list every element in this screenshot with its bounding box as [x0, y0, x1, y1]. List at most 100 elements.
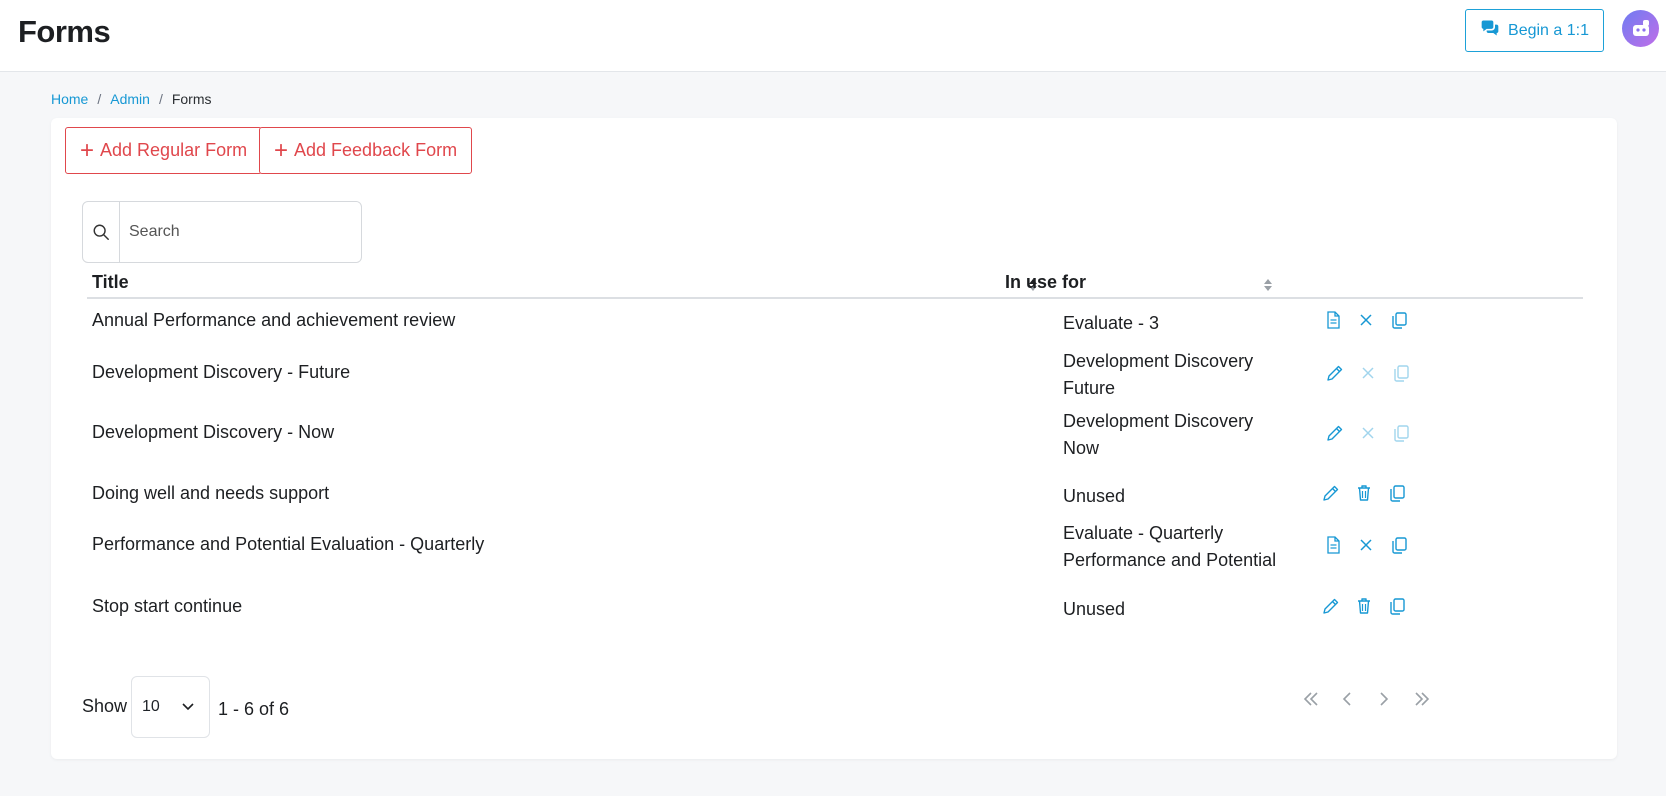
chat-icon [1480, 19, 1500, 42]
close-button[interactable] [1355, 309, 1377, 331]
in-use-for-line: Performance and Potential [1063, 550, 1277, 570]
copy-icon [1391, 363, 1411, 383]
close-button[interactable] [1357, 362, 1379, 384]
document-button[interactable] [1322, 309, 1344, 331]
document-icon [1323, 310, 1343, 330]
copy-icon [1387, 483, 1407, 503]
avatar[interactable] [1622, 10, 1659, 47]
plus-icon: + [80, 136, 95, 164]
pencil-button[interactable] [1320, 482, 1342, 504]
pencil-button[interactable] [1324, 362, 1346, 384]
breadcrumb-home[interactable]: Home [51, 91, 88, 107]
in-use-for-line: Development Discovery [1063, 351, 1254, 371]
column-header-in-use-for-label: In use for [1005, 272, 1087, 292]
pencil-button[interactable] [1324, 422, 1346, 444]
table-header: Title In use for [87, 265, 1583, 299]
add-feedback-form-label: Add Feedback Form [294, 140, 458, 160]
chevron-left-icon [1342, 692, 1351, 706]
forms-card: + Add Regular Form + Add Feedback Form T… [51, 118, 1617, 759]
top-bar: Forms Begin a 1:1 [0, 0, 1666, 72]
close-icon [1358, 363, 1378, 383]
show-label: Show [82, 696, 128, 716]
search-icon [83, 202, 120, 262]
chevron-right-icon [1380, 692, 1389, 706]
trash-button[interactable] [1353, 482, 1375, 504]
copy-icon [1389, 310, 1409, 330]
breadcrumb-admin[interactable]: Admin [110, 91, 150, 107]
begin-one-on-one-button[interactable]: Begin a 1:1 [1465, 9, 1604, 52]
copy-button[interactable] [1390, 362, 1412, 384]
form-title: Performance and Potential Evaluation - Q… [92, 534, 485, 554]
add-regular-form-button[interactable]: + Add Regular Form [65, 127, 263, 174]
copy-icon [1389, 535, 1409, 555]
pencil-icon [1321, 596, 1341, 616]
last-page-button[interactable] [1409, 686, 1435, 712]
next-page-button[interactable] [1371, 686, 1397, 712]
chevron-down-icon [182, 703, 194, 711]
form-title: Annual Performance and achievement revie… [92, 310, 456, 330]
column-header-in-use-for[interactable]: In use for [1005, 272, 1086, 293]
form-title: Stop start continue [92, 596, 243, 616]
in-use-for: Evaluate - Quarterly Performance and Pote… [1063, 520, 1323, 574]
copy-icon [1387, 596, 1407, 616]
add-regular-form-label: Add Regular Form [100, 140, 248, 160]
plus-icon: + [274, 136, 289, 164]
page-size-value: 10 [142, 698, 160, 715]
row-actions [1324, 422, 1412, 444]
breadcrumb-current: Forms [171, 91, 212, 107]
copy-button[interactable] [1386, 482, 1408, 504]
copy-button[interactable] [1388, 309, 1410, 331]
form-title: Doing well and needs support [92, 483, 330, 503]
form-title: Development Discovery - Future [92, 362, 351, 382]
copy-button[interactable] [1388, 534, 1410, 556]
row-actions [1322, 534, 1410, 556]
copy-icon [1391, 423, 1411, 443]
breadcrumb-separator: / [158, 91, 163, 107]
page-size-select[interactable]: 10 [131, 676, 210, 738]
copy-button[interactable] [1386, 595, 1408, 617]
double-chevron-right-icon [1415, 692, 1430, 706]
in-use-for-line: Now [1063, 438, 1100, 458]
in-use-for: Development Discovery Now [1063, 408, 1323, 462]
close-button[interactable] [1355, 534, 1377, 556]
copy-button[interactable] [1390, 422, 1412, 444]
pencil-icon [1325, 423, 1345, 443]
search-input[interactable] [120, 202, 360, 262]
sort-icon[interactable] [1263, 278, 1273, 292]
in-use-for-line: Development Discovery [1063, 411, 1254, 431]
pencil-icon [1321, 483, 1341, 503]
in-use-for-line: Unused [1063, 486, 1126, 506]
row-actions [1320, 595, 1408, 617]
in-use-for-line: Evaluate - Quarterly [1063, 523, 1224, 543]
in-use-for: Evaluate - 3 [1063, 310, 1323, 337]
document-icon [1323, 535, 1343, 555]
close-button[interactable] [1357, 422, 1379, 444]
in-use-for: Unused [1063, 483, 1323, 510]
pencil-icon [1325, 363, 1345, 383]
close-icon [1356, 310, 1376, 330]
previous-page-button[interactable] [1334, 686, 1360, 712]
breadcrumb-separator: / [97, 91, 102, 107]
close-icon [1356, 535, 1376, 555]
row-actions [1320, 482, 1408, 504]
add-feedback-form-button[interactable]: + Add Feedback Form [259, 127, 473, 174]
page-title: Forms [18, 14, 111, 49]
document-button[interactable] [1322, 534, 1344, 556]
trash-icon [1354, 483, 1374, 503]
double-chevron-left-icon [1303, 692, 1318, 706]
row-actions [1322, 309, 1410, 331]
search-box [82, 201, 362, 263]
pencil-button[interactable] [1320, 595, 1342, 617]
in-use-for: Unused [1063, 596, 1323, 623]
in-use-for-line: Future [1063, 378, 1116, 398]
in-use-for-line: Evaluate - 3 [1063, 313, 1160, 333]
in-use-for-line: Unused [1063, 599, 1126, 619]
column-header-title[interactable]: Title [92, 272, 129, 293]
form-title: Development Discovery - Now [92, 422, 335, 442]
trash-button[interactable] [1353, 595, 1375, 617]
close-icon [1358, 423, 1378, 443]
pagination-range: 1 - 6 of 6 [218, 699, 290, 719]
begin-button-label: Begin a 1:1 [1508, 21, 1589, 39]
first-page-button[interactable] [1298, 686, 1324, 712]
row-actions [1324, 362, 1412, 384]
